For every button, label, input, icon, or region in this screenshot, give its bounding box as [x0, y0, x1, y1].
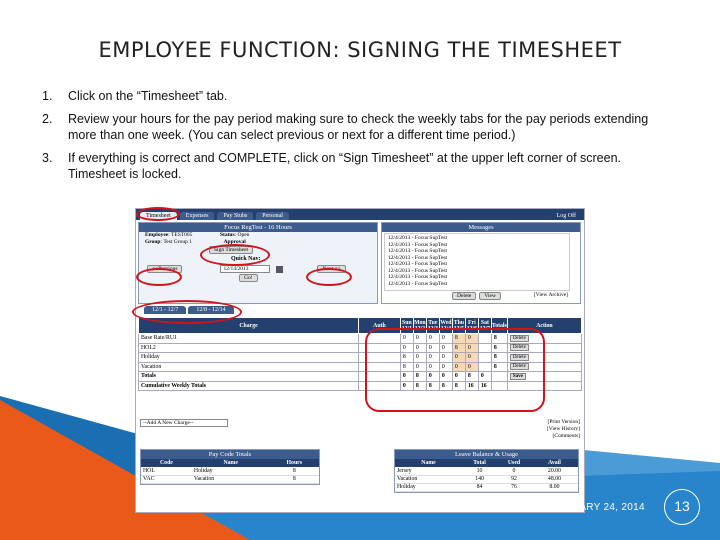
group-value: Test Group 1: [163, 239, 192, 245]
col-leave-avail: Avail: [530, 459, 578, 467]
employee-line: Employee: TEST005 Status: Open: [145, 232, 250, 238]
charge-cell: Holiday: [138, 352, 359, 363]
pay-code-header: Pay Code Totals: [141, 450, 319, 459]
delete-message-button[interactable]: Delete: [452, 292, 477, 300]
steps-list: 1. Click on the “Timesheet” tab. 2. Revi…: [42, 88, 662, 189]
highlight-hours-grid: [365, 328, 545, 412]
pay-code: HOL: [141, 467, 192, 476]
messages-list[interactable]: 12/4/2013 - Focus SupTest 12/4/2013 - Fo…: [384, 233, 570, 291]
leave-used: 0: [497, 467, 531, 476]
table-row: VAC Vacation 8: [141, 475, 319, 484]
employee-value: TEST005: [171, 232, 193, 238]
view-history-link[interactable]: [View History]: [547, 426, 580, 433]
col-leave-name: Name: [395, 459, 463, 467]
pay-code-totals-panel: Pay Code Totals Code Name Hours HOL Holi…: [140, 449, 320, 485]
leave-name: Holiday: [395, 483, 463, 492]
leave-header: Leave Balance & Usage: [395, 450, 578, 459]
status-value: Open: [237, 232, 250, 238]
message-item[interactable]: 12/4/2013 - Focus SupTest: [388, 281, 566, 288]
quick-nav-input[interactable]: 12/14/2013: [220, 265, 271, 273]
col-leave-used: Used: [497, 459, 531, 467]
messages-panel: Messages 12/4/2013 - Focus SupTest 12/4/…: [381, 222, 581, 304]
leave-used: 92: [497, 475, 531, 484]
pay-code: VAC: [141, 475, 192, 484]
step-text: If everything is correct and COMPLETE, c…: [68, 151, 622, 181]
group-line: Group: Test Group 1 Approval: [145, 239, 246, 245]
view-archive-link[interactable]: [View Archive]: [534, 292, 568, 300]
leave-avail: 8.00: [530, 483, 578, 492]
highlight-week-tabs: [132, 300, 242, 324]
status-label: Status: [219, 232, 235, 238]
pay-code-table: Code Name Hours HOL Holiday 8 VAC Vacati…: [141, 459, 319, 484]
step-text: Click on the “Timesheet” tab.: [68, 89, 228, 103]
cumulative-label: Cumulative Weekly Totals: [138, 380, 359, 391]
print-version-link[interactable]: [Print Version]: [547, 419, 580, 426]
leave-name: Jersey: [395, 467, 463, 476]
focus-header: Focus RegTest - 16 Hours: [139, 223, 377, 232]
highlight-sign-button: [200, 244, 270, 266]
view-message-button[interactable]: View: [479, 292, 501, 300]
messages-header: Messages: [382, 223, 580, 232]
col-name: Name: [191, 459, 270, 467]
step-item: 3. If everything is correct and COMPLETE…: [42, 150, 662, 182]
leave-name: Vacation: [395, 475, 463, 484]
leave-used: 76: [497, 483, 531, 492]
step-number: 2.: [42, 112, 53, 126]
step-item: 2. Review your hours for the pay period …: [42, 111, 662, 143]
leave-avail: 48.00: [530, 475, 578, 484]
step-number: 3.: [42, 151, 53, 165]
pay-code-name: Holiday: [191, 467, 270, 476]
step-number: 1.: [42, 89, 53, 103]
table-row: Jersey 10 0 20.00: [395, 467, 578, 476]
main-tab-bar: Timesheet Expenses Pay Stubs Personal Lo…: [136, 209, 584, 220]
slide: EMPLOYEE FUNCTION: SIGNING THE TIMESHEET…: [0, 0, 720, 540]
tab-personal[interactable]: Personal: [256, 212, 289, 220]
pay-code-hours: 8: [269, 467, 319, 476]
col-hours: Hours: [269, 459, 319, 467]
leave-header-row: Name Total Used Avail: [395, 459, 578, 467]
step-text: Review your hours for the pay period mak…: [68, 112, 649, 142]
col-leave-total: Total: [462, 459, 498, 467]
add-charge-select[interactable]: --Add A New Charge--: [140, 419, 228, 427]
footer-date: JANUARY 24, 2014: [552, 502, 645, 513]
go-button[interactable]: Go!: [239, 274, 258, 282]
leave-total: 84: [462, 483, 498, 492]
timesheet-links: [Print Version] [View History] [Comments…: [547, 419, 580, 440]
group-label: Group: [145, 239, 161, 245]
charge-cell: HOL2: [138, 342, 359, 353]
charge-cell: Base Rate/RU1: [138, 333, 359, 344]
slide-number: 13: [664, 489, 700, 525]
pay-code-header-row: Code Name Hours: [141, 459, 319, 467]
highlight-next-button: [306, 268, 352, 286]
tab-expenses[interactable]: Expenses: [179, 212, 215, 220]
leave-total: 10: [462, 467, 498, 476]
table-row: HOL Holiday 8: [141, 467, 319, 476]
slide-title: EMPLOYEE FUNCTION: SIGNING THE TIMESHEET: [98, 38, 622, 62]
leave-avail: 20.00: [530, 467, 578, 476]
table-row: Holiday 84 76 8.00: [395, 483, 578, 492]
step-item: 1. Click on the “Timesheet” tab.: [42, 88, 662, 104]
logoff-link[interactable]: Log Off: [549, 212, 584, 220]
employee-label: Employee: [145, 232, 169, 238]
totals-label: Totals: [138, 371, 359, 382]
comments-link[interactable]: [Comments]: [547, 433, 581, 440]
charge-cell: Vacation: [138, 361, 359, 372]
leave-table: Name Total Used Avail Jersey 10 0 20.00 …: [395, 459, 578, 492]
table-row: Vacation 140 92 48.00: [395, 475, 578, 484]
highlight-timesheet-tab: [136, 207, 180, 221]
pay-code-hours: 8: [269, 475, 319, 484]
col-code: Code: [141, 459, 192, 467]
pay-code-name: Vacation: [191, 475, 270, 484]
calendar-icon[interactable]: [276, 265, 284, 273]
leave-balance-panel: Leave Balance & Usage Name Total Used Av…: [394, 449, 579, 493]
tab-pay-stubs[interactable]: Pay Stubs: [217, 212, 254, 220]
leave-total: 140: [462, 475, 498, 484]
messages-actions: Delete View [View Archive]: [382, 292, 580, 300]
highlight-previous-button: [136, 268, 182, 286]
